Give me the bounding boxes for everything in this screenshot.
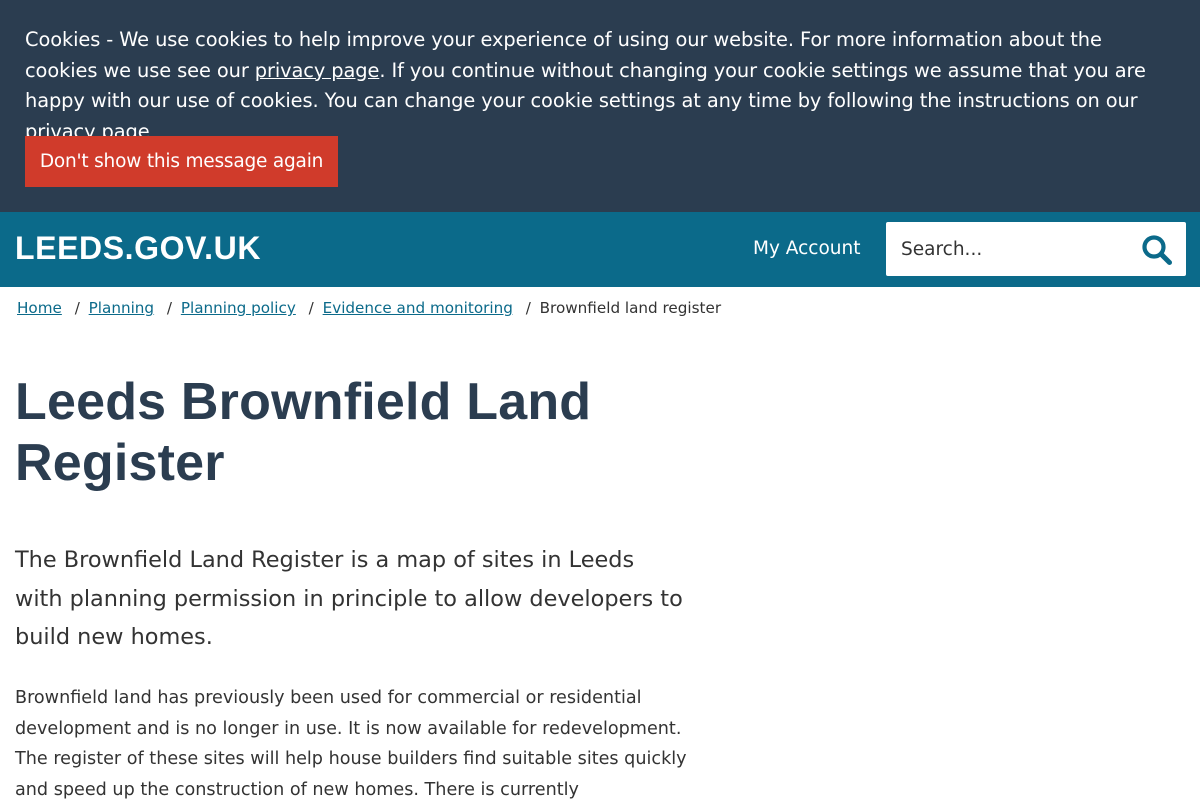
breadcrumb-planning[interactable]: Planning [89,299,154,317]
breadcrumb-separator: / [525,299,531,317]
search-input[interactable] [886,222,1126,276]
cookie-banner: Cookies - We use cookies to help improve… [0,0,1200,212]
breadcrumb-planning-policy[interactable]: Planning policy [181,299,296,317]
cookie-message: Cookies - We use cookies to help improve… [25,25,1175,147]
breadcrumb-home[interactable]: Home [17,299,62,317]
breadcrumb-separator: / [166,299,173,317]
page-title: Leeds Brownfield Land Register [15,373,592,492]
lead-paragraph: The Brownfield Land Register is a map of… [15,547,683,650]
breadcrumb-current: Brownfield land register [539,299,722,317]
breadcrumb: Home / Planning / Planning policy / Evid… [17,299,721,317]
my-account-link[interactable]: My Account [753,238,861,259]
search-box [886,222,1186,276]
privacy-page-link[interactable]: privacy page [255,59,380,82]
body-paragraph: Brownfield land has previously been used… [15,688,687,800]
breadcrumb-evidence-monitoring[interactable]: Evidence and monitoring [323,299,513,317]
dismiss-cookie-button[interactable]: Don't show this message again [25,136,338,187]
breadcrumb-separator: / [74,299,80,317]
site-logo[interactable]: LEEDS.GOV.UK [15,230,261,267]
search-icon [1142,235,1172,265]
site-header: LEEDS.GOV.UK My Account [0,212,1200,287]
search-button[interactable] [1134,230,1180,270]
breadcrumb-separator: / [308,299,314,317]
